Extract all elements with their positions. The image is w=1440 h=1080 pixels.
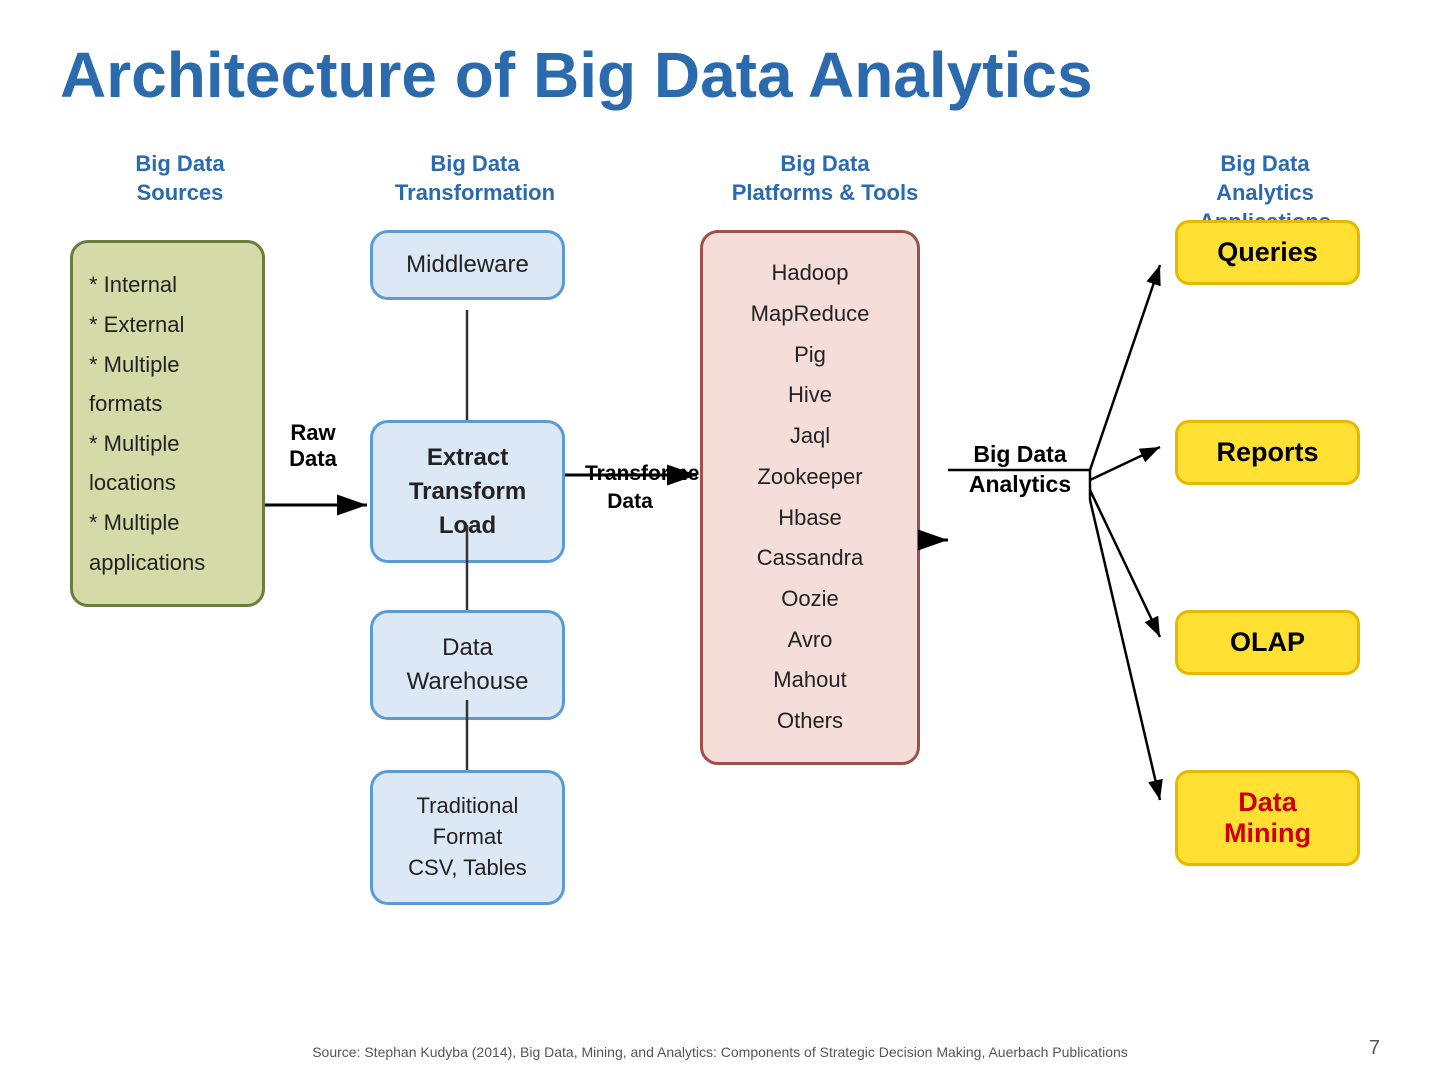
olap-box: OLAP <box>1175 610 1360 675</box>
middleware-box: Middleware <box>370 230 565 300</box>
transformation-header: Big Data Transformation <box>370 150 580 207</box>
footer-citation: Source: Stephan Kudyba (2014), Big Data,… <box>0 1044 1440 1060</box>
platform-cassandra: Cassandra <box>757 545 863 570</box>
platform-zookeeper: Zookeeper <box>757 464 862 489</box>
page-title: Architecture of Big Data Analytics <box>60 40 1380 110</box>
diagram-area: Big Data Sources Big Data Transformation… <box>60 150 1380 970</box>
platform-mahout: Mahout <box>773 667 846 692</box>
platform-pig: Pig <box>794 342 826 367</box>
etl-box: ExtractTransformLoad <box>370 420 565 563</box>
source-locations: * Multiplelocations <box>89 424 246 503</box>
col-header-platforms: Big Data Platforms & Tools <box>710 150 940 219</box>
platform-mapreduce: MapReduce <box>751 301 870 326</box>
platform-avro: Avro <box>788 627 833 652</box>
platform-oozie: Oozie <box>781 586 838 611</box>
traditional-format-box: TraditionalFormatCSV, Tables <box>370 770 565 904</box>
page-number: 7 <box>1369 1037 1380 1060</box>
sources-box: * Internal * External * Multipleformats … <box>70 240 265 607</box>
platform-others: Others <box>777 708 843 733</box>
sources-header: Big Data Sources <box>80 150 280 207</box>
col-header-transform: Big Data Transformation <box>370 150 580 219</box>
queries-box: Queries <box>1175 220 1360 285</box>
platform-jaql: Jaql <box>790 423 830 448</box>
platforms-box: Hadoop MapReduce Pig Hive Jaql Zookeeper… <box>700 230 920 764</box>
reports-box: Reports <box>1175 420 1360 485</box>
transformed-data-label: TransformedData <box>585 460 675 515</box>
source-formats: * Multipleformats <box>89 345 246 424</box>
page-container: Architecture of Big Data Analytics Big D… <box>0 0 1440 1080</box>
platforms-header: Big Data Platforms & Tools <box>710 150 940 207</box>
platform-hadoop: Hadoop <box>771 260 848 285</box>
col-header-sources: Big Data Sources <box>80 150 280 219</box>
data-warehouse-box: DataWarehouse <box>370 610 565 719</box>
source-applications: * Multipleapplications <box>89 503 246 582</box>
source-internal: * Internal <box>89 265 246 305</box>
raw-data-label: RawData <box>278 420 348 472</box>
platform-hbase: Hbase <box>778 505 842 530</box>
source-external: * External <box>89 305 246 345</box>
big-data-analytics-label: Big Data Analytics <box>950 440 1090 500</box>
data-mining-box: Data Mining <box>1175 770 1360 866</box>
platform-hive: Hive <box>788 382 832 407</box>
